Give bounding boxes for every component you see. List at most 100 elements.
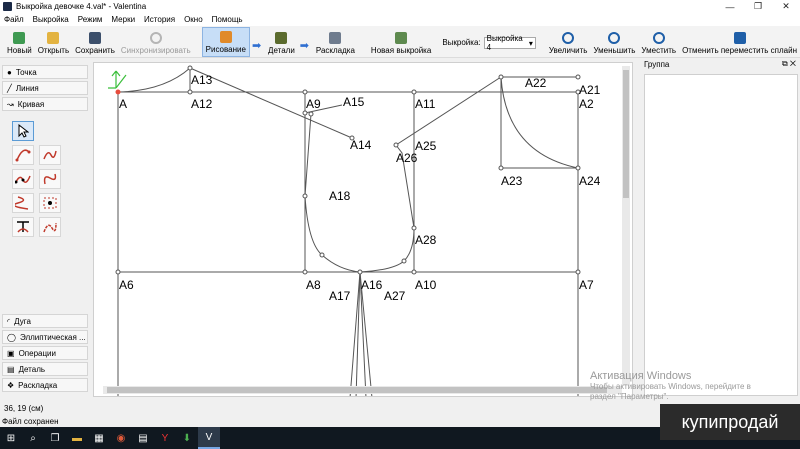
- torrent-icon[interactable]: ⬇: [176, 427, 198, 449]
- spline-path-interactive-tool[interactable]: [39, 169, 61, 189]
- curve-intersect-tool[interactable]: [12, 217, 34, 237]
- neck-curve[interactable]: [117, 67, 191, 93]
- zoom-in-button[interactable]: Увеличить: [546, 27, 591, 57]
- arc-tools-section[interactable]: ◜ Дуга: [2, 314, 88, 328]
- zoom-out-button[interactable]: Уменьшить: [590, 27, 638, 57]
- maximize-button[interactable]: ❐: [744, 0, 772, 13]
- curve-tools-section[interactable]: ↝ Кривая: [2, 97, 88, 111]
- zoom-in-label: Увеличить: [548, 46, 588, 55]
- new-button[interactable]: Новый: [4, 27, 35, 57]
- watermark-line3: раздел "Параметры".: [590, 392, 669, 401]
- curve-icon: ↝: [7, 99, 14, 109]
- point-a24[interactable]: [575, 165, 581, 171]
- point-a17[interactable]: [319, 252, 325, 258]
- task-view-icon[interactable]: ❐: [44, 427, 66, 449]
- point-a13[interactable]: [187, 65, 193, 71]
- layout-tools-icon: ❖: [7, 380, 15, 390]
- armhole-curve[interactable]: [359, 76, 578, 273]
- group-list[interactable]: [644, 74, 798, 396]
- point-on-curve-tool[interactable]: [39, 193, 61, 213]
- point-a18[interactable]: [302, 193, 308, 199]
- line-tools-label: Линия: [15, 83, 39, 93]
- pointer-tool[interactable]: [12, 121, 34, 141]
- new-button-label: Новый: [7, 46, 32, 55]
- title-bar: Выкройка девочке 4.val* - Valentina — ❐ …: [0, 0, 800, 13]
- point-tools-label: Точка: [15, 67, 37, 77]
- store-icon[interactable]: ▦: [88, 427, 110, 449]
- simple-curve-tool[interactable]: [12, 145, 34, 165]
- point-a10[interactable]: [411, 269, 417, 275]
- drawing-canvas[interactable]: A A13 A12 A9 A15 A14 A11 A25 A26 A18 A28…: [93, 62, 633, 397]
- line-tools-section[interactable]: ╱ Линия: [2, 81, 88, 95]
- menu-pattern[interactable]: Выкройка: [33, 15, 69, 24]
- windows-start-icon[interactable]: ⊞: [0, 427, 22, 449]
- yandex-browser-icon[interactable]: Y: [154, 427, 176, 449]
- point-a15[interactable]: [308, 111, 314, 117]
- point-a26[interactable]: [393, 142, 399, 148]
- save-button[interactable]: Сохранить: [72, 27, 118, 57]
- sync-button[interactable]: Синхронизировать: [118, 27, 194, 57]
- panel-controls[interactable]: ⧉ ✕: [782, 59, 796, 69]
- pattern-select[interactable]: Выкройка 4 ▾: [483, 34, 536, 52]
- layout-mode-button[interactable]: Раскладка: [313, 27, 358, 57]
- search-icon[interactable]: ⌕: [22, 427, 44, 449]
- label-a14: A14: [350, 138, 372, 152]
- vertical-scroll-thumb[interactable]: [623, 70, 629, 198]
- calculator-icon[interactable]: ▤: [132, 427, 154, 449]
- point-a27[interactable]: [401, 258, 407, 264]
- menu-file[interactable]: Файл: [4, 15, 24, 24]
- point-a16[interactable]: [357, 269, 363, 275]
- point-a15b[interactable]: [302, 110, 308, 116]
- point-tools-section[interactable]: ● Точка: [2, 65, 88, 79]
- open-button[interactable]: Открыть: [35, 27, 72, 57]
- fit-button[interactable]: Уместить: [638, 27, 679, 57]
- menu-measurements[interactable]: Мерки: [111, 15, 135, 24]
- point-a7[interactable]: [575, 269, 581, 275]
- layout-tools-section[interactable]: ❖ Раскладка: [2, 378, 88, 392]
- windows-activation-watermark: Активация Windows Чтобы активировать Win…: [590, 370, 800, 402]
- point-a[interactable]: [115, 89, 121, 95]
- cut-spline-tool[interactable]: [39, 217, 61, 237]
- minimize-button[interactable]: —: [716, 0, 744, 13]
- canvas-horizontal-scrollbar[interactable]: [103, 386, 622, 394]
- point-a8[interactable]: [302, 269, 308, 275]
- fit-label: Уместить: [641, 46, 677, 55]
- point-a6[interactable]: [115, 269, 121, 275]
- curve-interactive-tool[interactable]: [39, 145, 61, 165]
- menu-mode[interactable]: Режим: [78, 15, 103, 24]
- point-a11[interactable]: [411, 89, 417, 95]
- valentina-taskbar-icon[interactable]: V: [198, 427, 220, 449]
- horizontal-scroll-thumb[interactable]: [107, 387, 607, 393]
- label-a: A: [119, 97, 127, 111]
- pattern-line[interactable]: [355, 271, 361, 397]
- sleeve-curve[interactable]: [500, 76, 579, 169]
- menu-help[interactable]: Помощь: [212, 15, 243, 24]
- menu-history[interactable]: История: [144, 15, 175, 24]
- close-button[interactable]: ✕: [772, 0, 800, 13]
- operations-tools-section[interactable]: ▣ Операции: [2, 346, 88, 360]
- new-pattern-button[interactable]: Новая выкройка: [368, 27, 434, 57]
- point-a23[interactable]: [498, 165, 504, 171]
- arrow-right-icon: ➡: [251, 40, 262, 52]
- curve-tools-label: Кривая: [17, 99, 45, 109]
- cubic-bezier-tool[interactable]: [12, 193, 34, 213]
- details-mode-button[interactable]: Детали: [265, 27, 298, 57]
- elliptical-arc-tools-section[interactable]: ◯ Эллиптическая ...: [2, 330, 88, 344]
- menu-window[interactable]: Окно: [184, 15, 203, 24]
- detail-tools-section[interactable]: ▤ Деталь: [2, 362, 88, 376]
- label-a26: A26: [396, 151, 418, 165]
- pattern-line[interactable]: [189, 67, 353, 139]
- point-a12[interactable]: [187, 89, 193, 95]
- file-explorer-icon[interactable]: ▬: [66, 427, 88, 449]
- chrome-icon[interactable]: ◉: [110, 427, 132, 449]
- zoom-fit-icon: [652, 32, 665, 44]
- zoom-out-label: Уменьшить: [593, 46, 636, 55]
- point-a9[interactable]: [302, 89, 308, 95]
- point-a28[interactable]: [411, 225, 417, 231]
- spline-path-tool[interactable]: [12, 169, 34, 189]
- undo-button[interactable]: Отменить переместить сплайн: [679, 27, 800, 57]
- canvas-vertical-scrollbar[interactable]: [622, 66, 630, 386]
- point-a22[interactable]: [498, 74, 504, 80]
- draw-mode-button[interactable]: Рисование: [201, 27, 250, 57]
- point-a21[interactable]: [575, 74, 581, 80]
